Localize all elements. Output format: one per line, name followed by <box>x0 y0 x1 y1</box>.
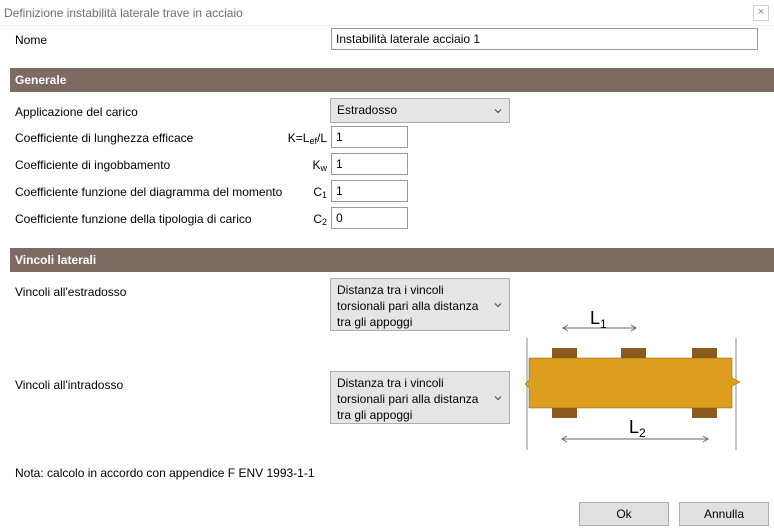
kw-input[interactable]: 1 <box>331 153 408 175</box>
c2-input[interactable]: 0 <box>331 207 408 229</box>
bottom-restraints-value: Distanza tra i vincoli torsionali pari a… <box>337 376 479 422</box>
k-symbol: K=Lef/L <box>287 131 327 146</box>
bottom-restraint-1 <box>552 408 577 418</box>
kw-symbol: Kw <box>312 158 327 173</box>
close-icon: × <box>757 6 765 18</box>
top-restraint-1 <box>552 348 577 358</box>
c2-symbol: C2 <box>313 212 327 227</box>
c1-label: Coefficiente funzione del diagramma del … <box>15 185 283 199</box>
beam-restraint-diagram: L1 L2 <box>524 308 741 450</box>
top-restraint-3 <box>692 348 717 358</box>
bottom-restraints-dropdown[interactable]: Distanza tra i vincoli torsionali pari a… <box>330 371 510 424</box>
c2-label: Coefficiente funzione della tipologia di… <box>15 212 252 226</box>
load-application-dropdown[interactable]: Estradosso <box>330 98 510 123</box>
bottom-restraint-2 <box>692 408 717 418</box>
chevron-down-icon <box>494 302 502 307</box>
top-restraints-label: Vincoli all'estradosso <box>15 285 127 299</box>
l2-label: L2 <box>629 417 646 440</box>
note-text: Nota: calcolo in accordo con appendice F… <box>15 466 315 480</box>
kw-label: Coefficiente di ingobbamento <box>15 158 171 172</box>
name-input[interactable]: Instabilità laterale acciaio 1 <box>331 28 758 50</box>
top-restraint-2 <box>621 348 646 358</box>
section-header-lateral: Vincoli laterali <box>10 248 774 272</box>
k-input[interactable]: 1 <box>331 126 408 148</box>
top-restraints-value: Distanza tra i vincoli torsionali pari a… <box>337 283 479 329</box>
name-label: Nome <box>15 33 48 47</box>
c1-symbol: C1 <box>313 185 327 200</box>
ok-button[interactable]: Ok <box>579 502 669 526</box>
window-title: Definizione instabilità laterale trave i… <box>4 6 243 20</box>
title-bar: Definizione instabilità laterale trave i… <box>0 0 774 26</box>
chevron-down-icon <box>494 395 502 400</box>
close-button[interactable]: × <box>753 5 769 21</box>
cancel-button[interactable]: Annulla <box>679 502 769 526</box>
top-restraints-dropdown[interactable]: Distanza tra i vincoli torsionali pari a… <box>330 278 510 331</box>
load-application-value: Estradosso <box>337 103 398 117</box>
l1-label: L1 <box>590 308 607 331</box>
section-header-general: Generale <box>10 68 774 92</box>
beam <box>524 357 741 409</box>
bottom-restraints-label: Vincoli all'intradosso <box>15 378 124 392</box>
chevron-down-icon <box>494 108 502 113</box>
load-application-label: Applicazione del carico <box>15 105 138 119</box>
c1-input[interactable]: 1 <box>331 180 408 202</box>
k-label: Coefficiente di lunghezza efficace <box>15 131 194 145</box>
